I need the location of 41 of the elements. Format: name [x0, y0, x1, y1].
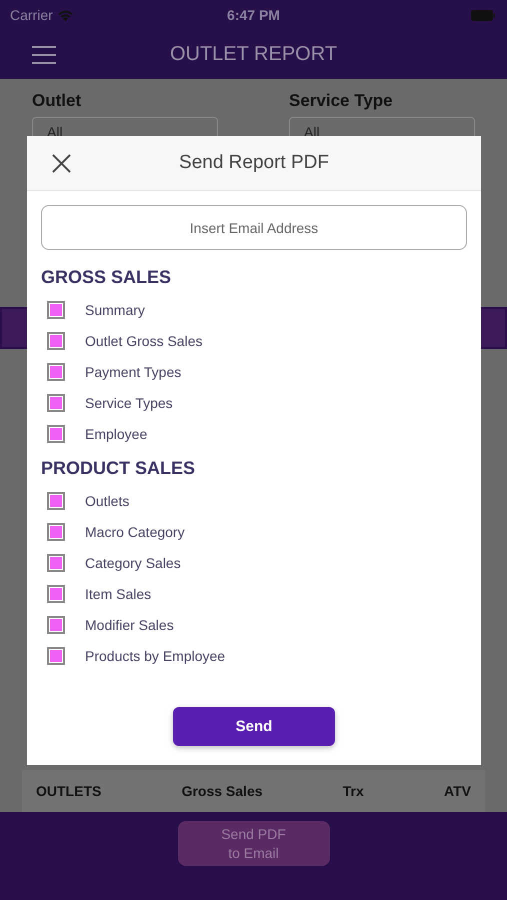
filter-label: Service Type	[289, 91, 394, 111]
section-heading: PRODUCT SALES	[41, 457, 196, 479]
close-icon[interactable]	[52, 154, 71, 172]
page-title: OUTLET REPORT	[170, 43, 338, 66]
checkbox[interactable]	[47, 300, 65, 318]
email-field[interactable]: Insert Email Address	[41, 205, 467, 250]
checkbox[interactable]	[47, 554, 65, 572]
checkbox[interactable]	[47, 362, 65, 380]
send-button[interactable]: Send	[173, 707, 335, 746]
option-label: Payment Types	[85, 364, 182, 380]
checkbox[interactable]	[47, 646, 65, 664]
checkbox[interactable]	[47, 492, 65, 510]
option-label: Modifier Sales	[85, 616, 174, 632]
battery-icon	[471, 10, 495, 20]
option-label: Item Sales	[85, 586, 152, 602]
option-label: Macro Category	[85, 524, 185, 540]
checkbox[interactable]	[47, 332, 65, 350]
checkbox[interactable]	[47, 424, 65, 442]
column-header: ATV	[444, 783, 471, 799]
column-header: OUTLETS	[36, 783, 102, 799]
option-label: Outlets	[85, 492, 130, 508]
checkbox[interactable]	[47, 616, 65, 634]
column-header: Gross Sales	[182, 783, 263, 799]
column-header: Trx	[342, 783, 364, 799]
send-pdf-button[interactable]: Send PDF to Email	[178, 821, 330, 866]
menu-icon[interactable]	[32, 46, 56, 64]
wifi-icon	[56, 8, 74, 22]
section-heading: GROSS SALES	[41, 266, 172, 288]
option-label: Summary	[85, 302, 145, 318]
carrier-label: Carrier	[10, 7, 53, 23]
dialog-title: Send Report PDF	[179, 152, 329, 174]
option-label: Outlet Gross Sales	[85, 332, 202, 348]
checkbox[interactable]	[47, 522, 65, 540]
option-label: Products by Employee	[85, 648, 226, 664]
option-label: Category Sales	[85, 554, 181, 570]
filter-label: Outlet	[32, 91, 82, 111]
option-label: Employee	[85, 426, 148, 442]
checkbox[interactable]	[47, 584, 65, 602]
checkbox[interactable]	[47, 394, 65, 412]
option-label: Service Types	[85, 394, 173, 410]
clock-time: 6:47 PM	[227, 7, 280, 23]
